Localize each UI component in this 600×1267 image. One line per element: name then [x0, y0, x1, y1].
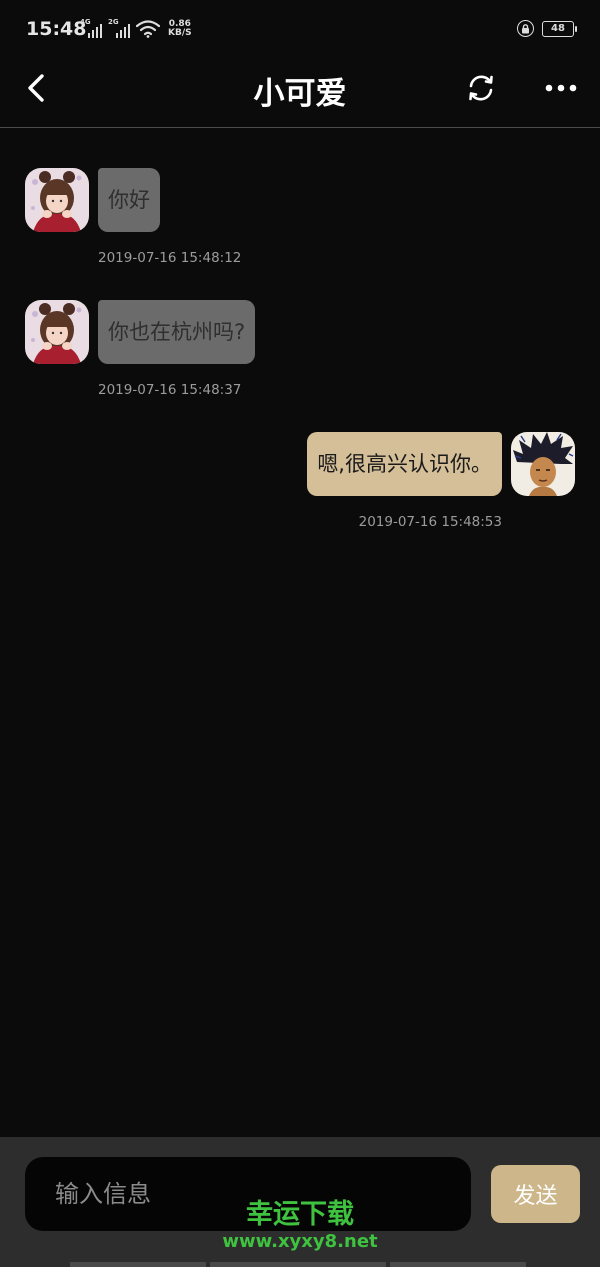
- refresh-icon: [469, 75, 493, 101]
- contact-avatar[interactable]: [25, 168, 89, 232]
- message-bubble[interactable]: 嗯,很高兴认识你。: [307, 432, 502, 496]
- status-time: 15:48: [26, 18, 87, 40]
- message-bubble[interactable]: 你好: [98, 168, 160, 232]
- battery-icon: 48: [542, 20, 577, 37]
- more-horizontal-icon: [545, 84, 577, 92]
- message-timestamp: 2019-07-16 15:48:53: [358, 514, 502, 530]
- message-timestamp: 2019-07-16 15:48:12: [98, 250, 242, 266]
- refresh-button[interactable]: [462, 70, 500, 106]
- keyboard-edge: [70, 1262, 526, 1267]
- watermark-url: www.xyxy8.net: [222, 1231, 378, 1252]
- watermark: 幸运下载 www.xyxy8.net: [0, 1198, 600, 1252]
- signal-2g-icon: 2G: [108, 18, 130, 38]
- wifi-icon: [136, 20, 160, 38]
- signal-4g-icon: 4G: [80, 18, 102, 38]
- network-indicators: 4G 2G 0.86 KB/S: [80, 18, 192, 38]
- more-button[interactable]: [540, 70, 582, 106]
- network-speed-unit: KB/S: [168, 28, 192, 38]
- status-bar: 15:48 4G 2G 0.86 KB/S 48: [0, 0, 600, 60]
- network-speed: 0.86 KB/S: [168, 20, 192, 38]
- status-right: 48: [517, 20, 577, 37]
- rotation-lock-icon: [517, 20, 534, 37]
- contact-avatar[interactable]: [25, 300, 89, 364]
- watermark-title: 幸运下载: [246, 1199, 354, 1230]
- nav-bar: 小可爱: [0, 60, 600, 128]
- message-bubble[interactable]: 你也在杭州吗?: [98, 300, 256, 364]
- chat-message-list[interactable]: 你好 2019-07-16 15:48:12 你也在杭州吗? 2019-07-1…: [0, 129, 600, 1137]
- user-avatar[interactable]: [511, 432, 575, 496]
- message-timestamp: 2019-07-16 15:48:37: [98, 382, 242, 398]
- chat-screen: 15:48 4G 2G 0.86 KB/S 48 小可爱 你好 2019-07-…: [0, 0, 600, 1267]
- page-title: 小可爱: [253, 76, 347, 112]
